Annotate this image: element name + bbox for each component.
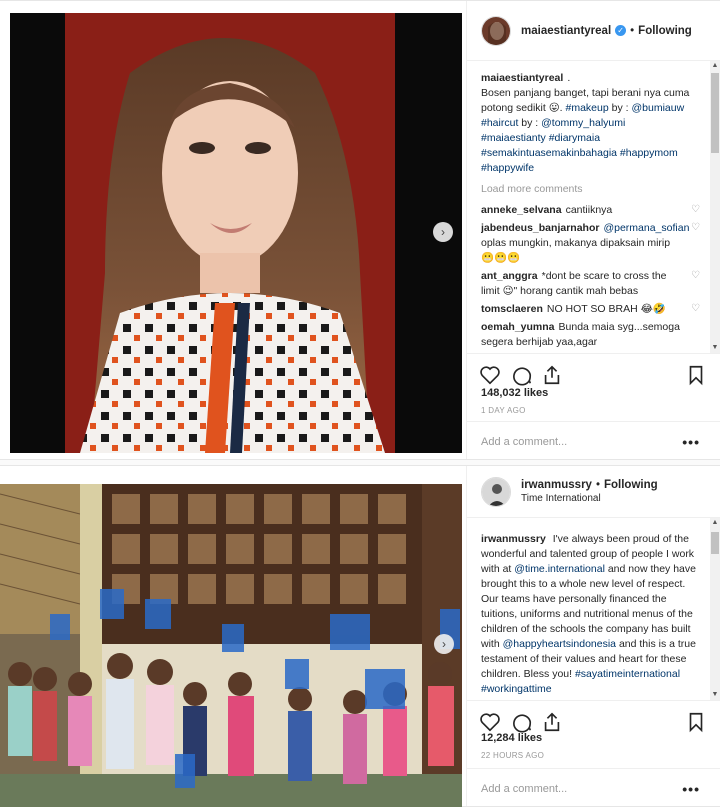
scroll-down-icon[interactable]: ▼ (710, 343, 720, 353)
comments-scrollbar[interactable]: ▲ ▼ (710, 61, 720, 353)
separator-dot: • (630, 24, 635, 37)
post-timestamp[interactable]: 22 HOURS AGO (481, 751, 544, 760)
like-comment-icon[interactable]: ♡ (691, 205, 701, 215)
comment-bubble-icon[interactable] (511, 711, 533, 733)
caption-text: . (567, 72, 571, 84)
comment-username[interactable]: tomsclaeren (481, 303, 543, 315)
hashtag-link[interactable]: #makeup (566, 102, 609, 114)
mention-link[interactable]: @permana_sofian (603, 222, 689, 234)
caption-username[interactable]: maiaestiantyreal (481, 72, 563, 84)
avatar[interactable] (481, 15, 511, 46)
comment-username[interactable]: oemah_yumna (481, 321, 555, 333)
comment-username[interactable]: anneke_selvana (481, 204, 562, 216)
comment-row: jabendeus_banjarnahor @permana_sofian opl… (481, 221, 701, 266)
scrollbar-thumb[interactable] (711, 73, 719, 153)
comments-scrollbar[interactable]: ▲ ▼ (710, 518, 720, 700)
portrait-image (10, 13, 462, 453)
avatar[interactable] (481, 476, 511, 507)
caption-text: and now they have brought this to a whol… (481, 563, 696, 650)
following-button[interactable]: Following (604, 479, 658, 491)
next-photo-button[interactable]: › (433, 222, 453, 242)
more-options-icon[interactable]: ••• (682, 781, 700, 797)
location-link[interactable]: Time International (521, 493, 658, 504)
post-sidebar-2: irwanmussry • Following Time Internation… (466, 466, 720, 806)
add-comment-placeholder: Add a comment... (481, 435, 568, 448)
comments-list: irwanmussry I've always been proud of th… (481, 532, 701, 696)
comment-bubble-icon[interactable] (511, 364, 533, 386)
comment-row: anneke_selvana cantiiknya ♡ (481, 203, 701, 218)
comment-row: oemah_yumna Bunda maia syg...semoga seger… (481, 320, 701, 350)
add-comment-input[interactable]: Add a comment... ••• (467, 421, 720, 461)
post-card-1: › maiaestiantyreal ✓ • Following maiaest… (0, 0, 720, 460)
following-button[interactable]: Following (638, 25, 692, 37)
like-comment-icon[interactable]: ♡ (691, 223, 701, 233)
add-comment-input[interactable]: Add a comment... ••• (467, 768, 720, 807)
mention-link[interactable]: @time.international (514, 563, 605, 575)
author-username[interactable]: irwanmussry (521, 479, 592, 491)
comment-row: tomsclaeren NO HOT SO BRAH 😂🤣 ♡ (481, 302, 701, 317)
post-timestamp[interactable]: 1 DAY AGO (481, 406, 526, 415)
share-icon[interactable] (541, 711, 563, 733)
comment-username[interactable]: ant_anggra (481, 270, 538, 282)
mention-link[interactable]: @tommy_halyumi (541, 117, 625, 129)
comment-row: ant_anggra *dont be scare to cross the li… (481, 269, 701, 299)
post-photo-children[interactable]: › (0, 484, 462, 807)
likes-count[interactable]: 12,284 likes (481, 732, 542, 744)
like-comment-icon[interactable]: ♡ (691, 271, 701, 281)
caption-text: by : (521, 117, 539, 129)
verified-icon: ✓ (615, 25, 627, 36)
caption-username[interactable]: irwanmussry (481, 533, 546, 545)
comment-text: cantiiknya (565, 204, 613, 216)
share-icon[interactable] (541, 364, 563, 386)
post-header: maiaestiantyreal ✓ • Following (467, 1, 720, 61)
more-options-icon[interactable]: ••• (682, 434, 700, 450)
post-photo-portrait[interactable]: › (10, 13, 462, 453)
mention-link[interactable]: @bumiauw (631, 102, 684, 114)
hashtag-links[interactable]: #maiaestianty #diarymaia #semakintuasema… (481, 132, 678, 174)
mention-link[interactable]: @happyheartsindonesia (503, 638, 616, 650)
save-bookmark-icon[interactable] (685, 364, 707, 386)
comments-list: maiaestiantyreal. Bosen panjang banget, … (481, 71, 701, 353)
comment-username[interactable]: jabendeus_banjarnahor (481, 222, 599, 234)
separator-dot: • (595, 479, 600, 491)
add-comment-placeholder: Add a comment... (481, 782, 568, 795)
post-header: irwanmussry • Following Time Internation… (467, 466, 720, 518)
caption: maiaestiantyreal. Bosen panjang banget, … (481, 71, 701, 176)
like-comment-icon[interactable]: ♡ (691, 304, 701, 314)
caption-text: by : (611, 102, 629, 114)
caption: irwanmussry I've always been proud of th… (481, 532, 701, 696)
hashtag-link[interactable]: #haircut (481, 117, 518, 129)
comment-text: NO HOT SO BRAH 😂🤣 (546, 303, 666, 315)
likes-count[interactable]: 148,032 likes (481, 387, 548, 399)
comment-text: oplas mungkin, makanya dipaksain mirip😬😬… (481, 237, 671, 264)
scroll-up-icon[interactable]: ▲ (710, 518, 720, 528)
next-photo-button[interactable]: › (434, 634, 454, 654)
like-heart-icon[interactable] (479, 364, 501, 386)
like-heart-icon[interactable] (479, 711, 501, 733)
children-photo-image (0, 484, 462, 807)
scrollbar-thumb[interactable] (711, 532, 719, 554)
save-bookmark-icon[interactable] (685, 711, 707, 733)
scroll-down-icon[interactable]: ▼ (710, 690, 720, 700)
load-more-comments-button[interactable]: Load more comments (481, 182, 701, 197)
author-username[interactable]: maiaestiantyreal (521, 25, 611, 37)
post-card-2: › irwanmussry • Following Time Internati… (0, 465, 720, 807)
post-sidebar-1: maiaestiantyreal ✓ • Following maiaestia… (466, 1, 720, 459)
scroll-up-icon[interactable]: ▲ (710, 61, 720, 71)
